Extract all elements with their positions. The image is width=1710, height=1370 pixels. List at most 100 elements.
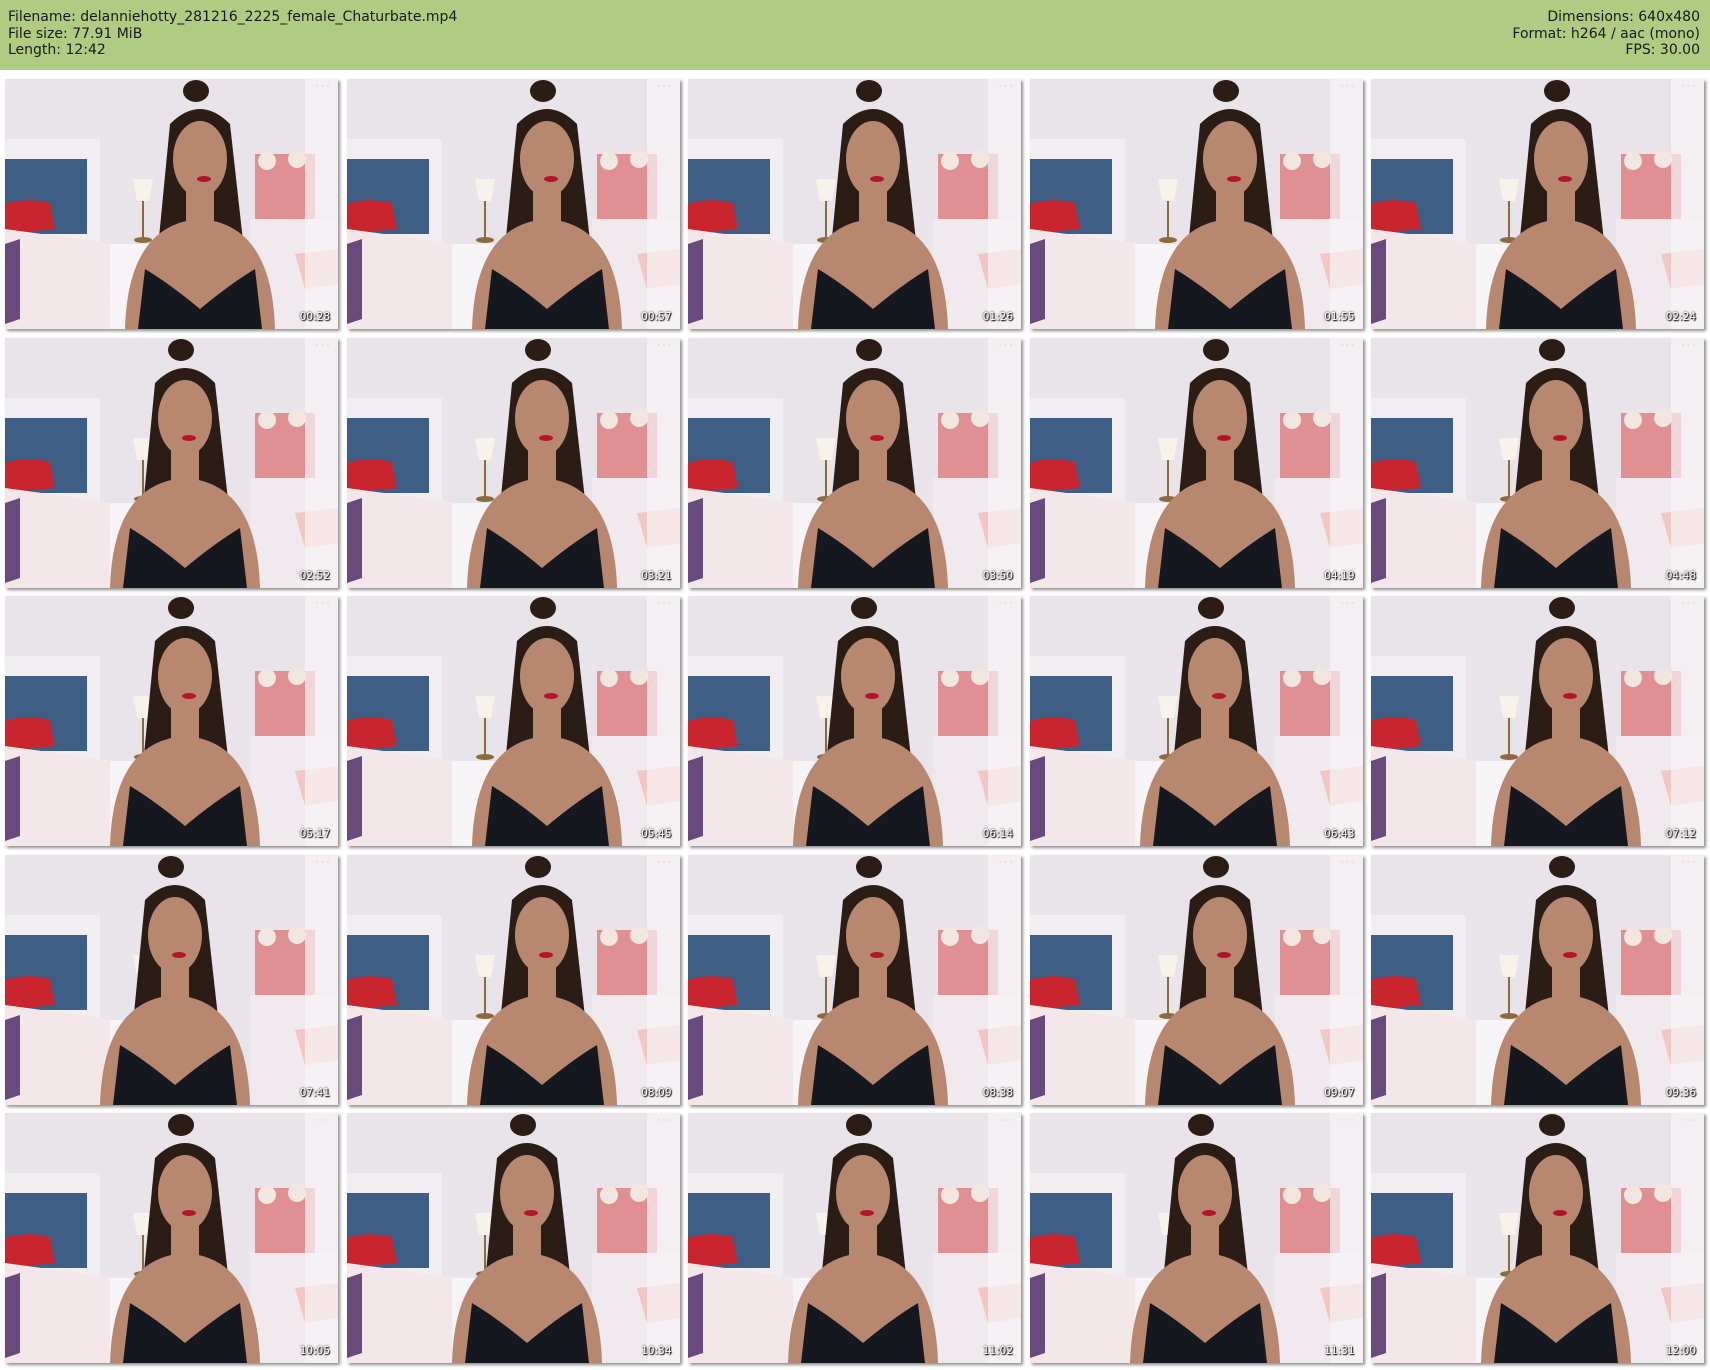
frame-image xyxy=(1371,337,1704,588)
timestamp-label: 12:00 xyxy=(1665,1345,1696,1357)
watermark-logo: ◦ ◦ ◦ xyxy=(657,600,672,607)
video-thumbnail: ◦ ◦ ◦ 05:17 xyxy=(5,596,338,846)
frame-image xyxy=(5,337,338,588)
video-thumbnail: ◦ ◦ ◦ 09:36 xyxy=(1371,854,1704,1105)
video-thumbnail: ◦ ◦ ◦ 02:24 xyxy=(1371,79,1704,329)
frame-image xyxy=(688,596,1021,846)
timestamp-label: 05:17 xyxy=(299,828,330,840)
watermark-logo: ◦ ◦ ◦ xyxy=(998,341,1013,349)
timestamp-label: 02:52 xyxy=(299,569,330,582)
timestamp-label: 06:14 xyxy=(982,828,1013,840)
watermark-logo: ◦ ◦ ◦ xyxy=(315,600,330,607)
timestamp-label: 04:48 xyxy=(1665,569,1696,582)
frame-image xyxy=(346,1113,680,1363)
video-thumbnail: ◦ ◦ ◦ 03:50 xyxy=(688,337,1021,588)
frame-image xyxy=(1029,596,1363,846)
frame-image xyxy=(688,854,1021,1105)
watermark-logo: ◦ ◦ ◦ xyxy=(998,600,1013,607)
file-info-right: Dimensions: 640x480 Format: h264 / aac (… xyxy=(1512,9,1700,59)
timestamp-label: 01:26 xyxy=(982,311,1013,323)
frame-image xyxy=(1029,79,1363,329)
video-thumbnail: ◦ ◦ ◦ 02:52 xyxy=(5,337,338,588)
timestamp-label: 05:45 xyxy=(641,828,672,840)
timestamp-label: 10:34 xyxy=(641,1345,672,1357)
timestamp-label: 09:07 xyxy=(1324,1086,1355,1099)
frame-image xyxy=(1371,596,1704,846)
dimensions-text: Dimensions: 640x480 xyxy=(1547,9,1700,25)
fps-text: FPS: 30.00 xyxy=(1625,42,1700,58)
video-thumbnail: ◦ ◦ ◦ 00:28 xyxy=(5,79,338,329)
info-header: Filename: delanniehotty_281216_2225_fema… xyxy=(0,0,1710,70)
format-text: Format: h264 / aac (mono) xyxy=(1512,25,1700,42)
frame-image xyxy=(346,596,680,846)
watermark-logo: ◦ ◦ ◦ xyxy=(1340,600,1355,607)
length-text: Length: 12:42 xyxy=(8,42,106,58)
filename-text: Filename: delanniehotty_281216_2225_fema… xyxy=(8,9,458,25)
watermark-logo: ◦ ◦ ◦ xyxy=(657,341,672,349)
watermark-logo: ◦ ◦ ◦ xyxy=(315,83,330,90)
watermark-logo: ◦ ◦ ◦ xyxy=(657,858,672,866)
video-thumbnail: ◦ ◦ ◦ 10:05 xyxy=(5,1113,338,1363)
timestamp-label: 07:41 xyxy=(299,1086,330,1099)
video-thumbnail: ◦ ◦ ◦ 04:19 xyxy=(1029,337,1363,588)
timestamp-label: 04:19 xyxy=(1324,569,1355,582)
file-size-text: File size: 77.91 MiB xyxy=(8,25,143,42)
video-thumbnail: ◦ ◦ ◦ 01:26 xyxy=(688,79,1021,329)
watermark-logo: ◦ ◦ ◦ xyxy=(1681,83,1696,90)
frame-image xyxy=(1371,79,1704,329)
video-thumbnail: ◦ ◦ ◦ 10:34 xyxy=(346,1113,680,1363)
thumbnail-grid: ◦ ◦ ◦ 00:28 ◦ ◦ ◦ 00:57 ◦ ◦ ◦ 01:26 ◦ ◦ ◦ 01:55… xyxy=(0,79,1710,1370)
watermark-logo: ◦ ◦ ◦ xyxy=(315,341,330,349)
video-thumbnail: ◦ ◦ ◦ 06:43 xyxy=(1029,596,1363,846)
watermark-logo: ◦ ◦ ◦ xyxy=(1681,1117,1696,1124)
watermark-logo: ◦ ◦ ◦ xyxy=(657,1117,672,1124)
frame-image xyxy=(1029,337,1363,588)
video-thumbnail: ◦ ◦ ◦ 09:07 xyxy=(1029,854,1363,1105)
frame-image xyxy=(346,79,680,329)
timestamp-label: 00:57 xyxy=(641,311,672,323)
video-thumbnail: ◦ ◦ ◦ 11:02 xyxy=(688,1113,1021,1363)
frame-image xyxy=(1371,854,1704,1105)
timestamp-label: 11:31 xyxy=(1324,1345,1355,1357)
video-thumbnail: ◦ ◦ ◦ 03:21 xyxy=(346,337,680,588)
frame-image xyxy=(5,596,338,846)
video-thumbnail: ◦ ◦ ◦ 07:41 xyxy=(5,854,338,1105)
timestamp-label: 03:21 xyxy=(641,569,672,582)
timestamp-label: 09:36 xyxy=(1665,1086,1696,1099)
watermark-logo: ◦ ◦ ◦ xyxy=(315,858,330,866)
frame-image xyxy=(1029,854,1363,1105)
watermark-logo: ◦ ◦ ◦ xyxy=(657,83,672,90)
watermark-logo: ◦ ◦ ◦ xyxy=(1340,83,1355,90)
frame-image xyxy=(346,854,680,1105)
frame-image xyxy=(1029,1113,1363,1363)
watermark-logo: ◦ ◦ ◦ xyxy=(1340,858,1355,866)
timestamp-label: 02:24 xyxy=(1665,311,1696,323)
frame-image xyxy=(5,1113,338,1363)
timestamp-label: 10:05 xyxy=(299,1345,330,1357)
frame-image xyxy=(5,854,338,1105)
timestamp-label: 03:50 xyxy=(982,569,1013,582)
timestamp-label: 08:09 xyxy=(641,1086,672,1099)
timestamp-label: 11:02 xyxy=(982,1345,1013,1357)
watermark-logo: ◦ ◦ ◦ xyxy=(1681,341,1696,349)
frame-image xyxy=(688,79,1021,329)
video-thumbnail: ◦ ◦ ◦ 08:09 xyxy=(346,854,680,1105)
watermark-logo: ◦ ◦ ◦ xyxy=(998,83,1013,90)
watermark-logo: ◦ ◦ ◦ xyxy=(1681,858,1696,866)
timestamp-label: 00:28 xyxy=(299,311,330,323)
timestamp-label: 08:38 xyxy=(982,1086,1013,1099)
video-thumbnail: ◦ ◦ ◦ 05:45 xyxy=(346,596,680,846)
frame-image xyxy=(346,337,680,588)
timestamp-label: 07:12 xyxy=(1665,828,1696,840)
file-info-left: Filename: delanniehotty_281216_2225_fema… xyxy=(8,9,457,59)
watermark-logo: ◦ ◦ ◦ xyxy=(1340,1117,1355,1124)
video-thumbnail: ◦ ◦ ◦ 07:12 xyxy=(1371,596,1704,846)
video-thumbnail: ◦ ◦ ◦ 11:31 xyxy=(1029,1113,1363,1363)
frame-image xyxy=(1371,1113,1704,1363)
video-thumbnail: ◦ ◦ ◦ 12:00 xyxy=(1371,1113,1704,1363)
watermark-logo: ◦ ◦ ◦ xyxy=(998,1117,1013,1124)
watermark-logo: ◦ ◦ ◦ xyxy=(1681,600,1696,607)
video-thumbnail: ◦ ◦ ◦ 04:48 xyxy=(1371,337,1704,588)
frame-image xyxy=(5,79,338,329)
watermark-logo: ◦ ◦ ◦ xyxy=(998,858,1013,866)
